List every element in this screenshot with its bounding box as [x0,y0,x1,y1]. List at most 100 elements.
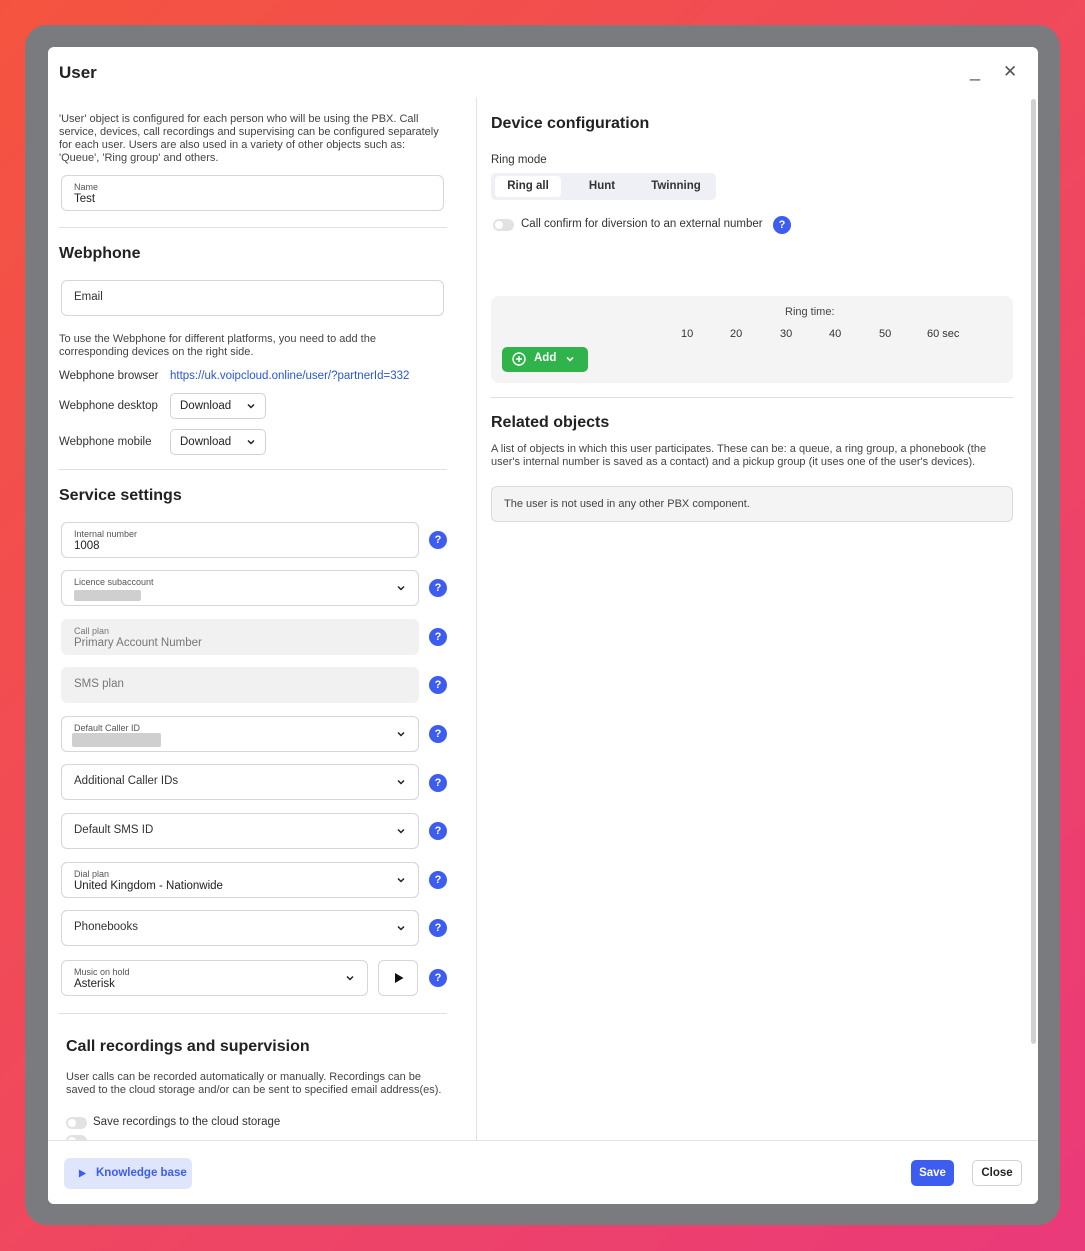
help-icon[interactable]: ? [429,628,447,646]
call-confirm-toggle[interactable] [493,219,514,231]
help-icon[interactable]: ? [773,216,791,234]
ring-time-tick: 10 [681,328,694,340]
chevron-down-icon [397,585,405,591]
download-label: Download [180,400,232,412]
divider [59,469,447,470]
webphone-note: To use the Webphone for different platfo… [59,333,376,358]
play-icon [78,1169,87,1178]
help-icon[interactable]: ? [429,725,447,743]
dial-plan-select[interactable]: Dial plan United Kingdom - Nationwide [61,862,419,898]
default-caller-id-label: Default Caller ID [74,723,141,733]
ring-time-tick: 40 [829,328,842,340]
call-plan-value: Primary Account Number [74,637,202,649]
webphone-desktop-label: Webphone desktop [59,400,158,412]
help-icon[interactable]: ? [429,871,447,889]
call-recordings-heading: Call recordings and supervision [66,1038,310,1055]
save-cloud-label: Save recordings to the cloud storage [93,1116,281,1128]
user-dialog: User _ ✕ 'User' object is configured for… [48,47,1038,1204]
intro-text: 'User' object is configured for each per… [59,113,439,164]
music-on-hold-label: Music on hold [74,967,130,977]
webphone-mobile-download-button[interactable]: Download [170,429,266,455]
sms-plan-field: SMS plan [61,667,419,703]
name-field-value: Test [74,193,96,205]
help-icon[interactable]: ? [429,774,447,792]
close-button[interactable]: Close [972,1160,1022,1186]
sms-plan-placeholder: SMS plan [74,678,124,690]
dialog-footer: Knowledge base Save Close [48,1140,1038,1204]
ring-mode-ring-all[interactable]: Ring all [495,176,561,197]
internal-number-field[interactable]: Internal number 1008 [61,522,419,558]
help-icon[interactable]: ? [429,579,447,597]
save-cloud-toggle[interactable] [66,1117,87,1129]
chevron-down-icon [346,975,354,981]
add-device-button[interactable]: Add [502,347,588,372]
scrollbar[interactable] [1031,99,1036,1044]
download-label: Download [180,436,232,448]
dial-plan-value: United Kingdom - Nationwide [74,880,223,892]
chevron-down-icon [247,439,255,445]
help-icon[interactable]: ? [429,676,447,694]
call-confirm-label: Call confirm for diversion to an externa… [521,218,763,230]
redacted-value [72,733,161,747]
email-field[interactable]: Email [61,280,444,316]
knowledge-base-label: Knowledge base [96,1167,187,1179]
add-label: Add [534,352,557,364]
help-icon[interactable]: ? [429,969,447,987]
related-objects-empty: The user is not used in any other PBX co… [491,486,1013,522]
help-icon[interactable]: ? [429,919,447,937]
related-objects-text: A list of objects in which this user par… [491,443,987,468]
call-plan-label: Call plan [74,626,110,636]
call-recordings-text: User calls can be recorded automatically… [66,1071,442,1096]
chevron-down-icon [397,779,405,785]
default-caller-id-select[interactable]: Default Caller ID [61,716,419,752]
left-panel: 'User' object is configured for each per… [48,97,476,1140]
dial-plan-label: Dial plan [74,869,110,879]
help-icon[interactable]: ? [429,531,447,549]
phonebooks-select[interactable]: Phonebooks [61,910,419,946]
name-field[interactable]: Name Test [61,175,444,211]
play-icon [395,973,404,983]
additional-caller-ids-select[interactable]: Additional Caller IDs [61,764,419,800]
chevron-down-icon [397,828,405,834]
help-icon[interactable]: ? [429,822,447,840]
redacted-value [74,590,141,601]
close-icon[interactable]: ✕ [1003,62,1017,82]
minimize-button[interactable]: _ [970,61,980,82]
default-sms-id-placeholder: Default SMS ID [74,824,154,836]
default-sms-id-select[interactable]: Default SMS ID [61,813,419,849]
chevron-down-icon [397,877,405,883]
music-on-hold-value: Asterisk [74,978,115,990]
play-button[interactable] [378,960,418,996]
right-panel: Device configuration Ring mode Ring all … [491,97,1013,1140]
ring-mode-hunt[interactable]: Hunt [567,176,637,197]
chevron-down-icon [566,356,574,362]
licence-subaccount-label: Licence subaccount [74,577,154,587]
divider [59,227,447,228]
ring-time-tick: 60 sec [927,328,960,340]
email-placeholder: Email [74,291,103,303]
device-configuration-heading: Device configuration [491,115,650,132]
call-plan-field: Call plan Primary Account Number [61,619,419,655]
licence-subaccount-select[interactable]: Licence subaccount [61,570,419,606]
webphone-mobile-label: Webphone mobile [59,436,152,448]
webphone-desktop-download-button[interactable]: Download [170,393,266,419]
chevron-down-icon [397,925,405,931]
phonebooks-placeholder: Phonebooks [74,921,138,933]
dialog-title: User [59,63,97,82]
save-button[interactable]: Save [911,1160,954,1186]
ring-mode-segmented-control: Ring all Hunt Twinning [491,173,716,200]
webphone-browser-link[interactable]: https://uk.voipcloud.online/user/?partne… [170,370,409,382]
ring-time-tick: 30 [780,328,793,340]
name-field-label: Name [74,182,99,192]
ring-time-tick: 50 [879,328,892,340]
service-settings-heading: Service settings [59,487,182,504]
column-divider [476,97,477,1140]
internal-number-value: 1008 [74,540,100,552]
music-on-hold-select[interactable]: Music on hold Asterisk [61,960,368,996]
ring-mode-twinning[interactable]: Twinning [641,176,711,197]
divider [59,1013,447,1014]
ring-time-tick: 20 [730,328,743,340]
knowledge-base-button[interactable]: Knowledge base [64,1158,192,1189]
related-objects-empty-text: The user is not used in any other PBX co… [504,498,750,510]
internal-number-label: Internal number [74,529,138,539]
